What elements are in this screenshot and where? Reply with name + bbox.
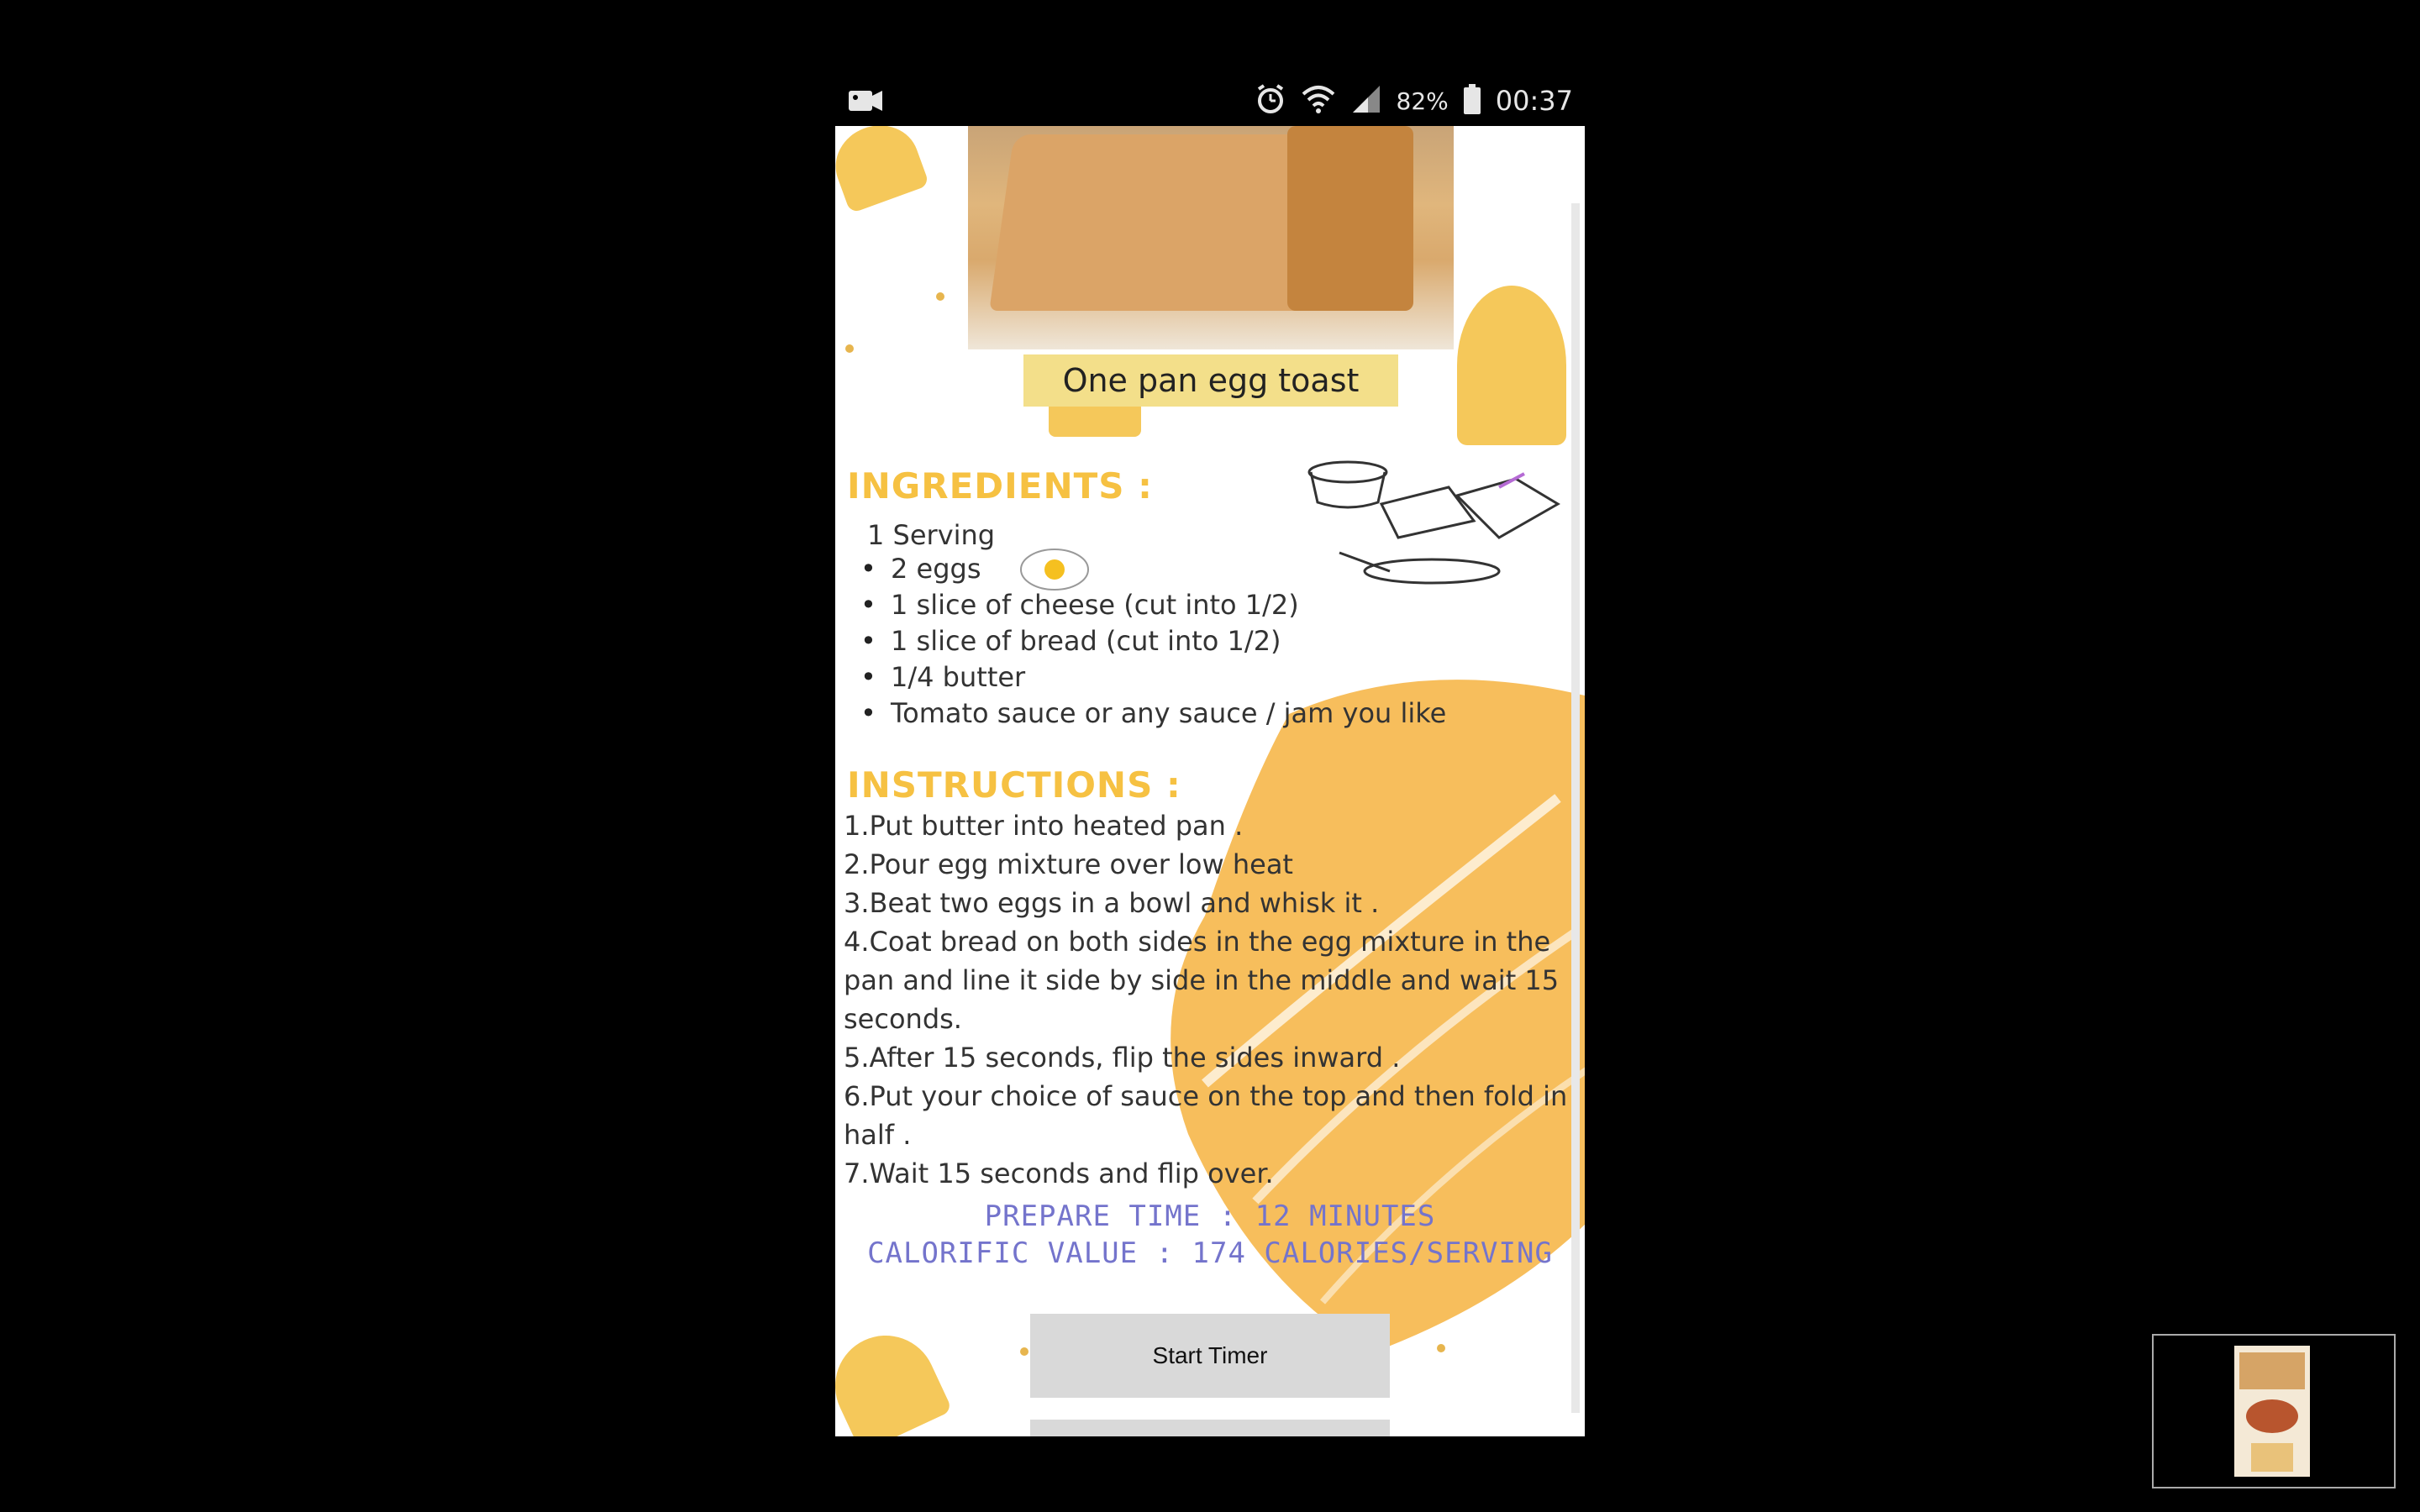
recipe-title-box: One pan egg toast [1023, 354, 1398, 407]
bread-decoration [1457, 286, 1566, 445]
instruction-step: 2.Pour egg mixture over low heat [844, 848, 1293, 880]
prepare-time: PREPARE TIME : 12 MINUTES [984, 1200, 1436, 1233]
thumbnail-dish [2246, 1399, 2298, 1433]
battery-icon [1462, 82, 1482, 119]
ingredients-heading: INGREDIENTS : [847, 465, 1153, 507]
ingredient-item: 1 slice of cheese (cut into 1/2) [857, 587, 1446, 623]
instruction-step: 6.Put your choice of sauce on the top an… [844, 1080, 1568, 1151]
instruction-step: 4.Coat bread on both sides in the egg mi… [844, 926, 1560, 1035]
start-timer-button[interactable]: Start Timer [1030, 1314, 1390, 1398]
ingredients-list: 2 eggs 1 slice of cheese (cut into 1/2) … [857, 549, 1446, 732]
bread-decoration [835, 1319, 953, 1436]
bread-decoration [835, 126, 930, 214]
ingredient-item: 1 slice of bread (cut into 1/2) [857, 623, 1446, 659]
wifi-icon [1301, 82, 1336, 119]
signal-icon [1349, 82, 1383, 119]
recipe-screen[interactable]: One pan egg toast INGREDIENTS : 1 Servin… [835, 126, 1585, 1436]
ingredient-item: Tomato sauce or any sauce / jam you like [857, 696, 1446, 732]
calorific-value: CALORIFIC VALUE : 174 CALORIES/SERVING [867, 1236, 1553, 1270]
fried-egg-icon [1020, 549, 1089, 591]
thumbnail-toast [2239, 1352, 2305, 1389]
video-thumbnail-preview[interactable] [2152, 1334, 2396, 1488]
recipe-photo [968, 126, 1454, 349]
instruction-step: 7.Wait 15 seconds and flip over. [844, 1158, 1274, 1189]
dot-decoration [1020, 1347, 1028, 1356]
recipe-title: One pan egg toast [1062, 362, 1360, 399]
dot-decoration [845, 344, 854, 353]
ingredient-item: 2 eggs [857, 549, 1446, 591]
instructions-list: 1.Put butter into heated pan . 2.Pour eg… [844, 806, 1575, 1193]
serving-count: 1 Serving [867, 519, 996, 551]
instruction-step: 5.After 15 seconds, flip the sides inwar… [844, 1042, 1401, 1074]
thumbnail-dessert [2251, 1443, 2293, 1472]
ingredient-item: 1/4 butter [857, 659, 1446, 696]
dot-decoration [936, 292, 944, 301]
battery-percent: 82% [1396, 87, 1449, 115]
instruction-step: 3.Beat two eggs in a bowl and whisk it . [844, 887, 1380, 919]
status-bar: 82% 00:37 [835, 77, 1585, 128]
clock-time: 00:37 [1495, 85, 1573, 117]
toast-image [1287, 126, 1413, 311]
scrollbar[interactable] [1571, 203, 1580, 1413]
instruction-step: 1.Put butter into heated pan . [844, 810, 1244, 842]
alarm-icon [1254, 82, 1287, 119]
instructions-heading: INSTRUCTIONS : [847, 764, 1181, 806]
thumbnail-image [2234, 1346, 2310, 1477]
video-camera-icon [847, 86, 884, 119]
next-button-partial[interactable] [1030, 1420, 1390, 1436]
